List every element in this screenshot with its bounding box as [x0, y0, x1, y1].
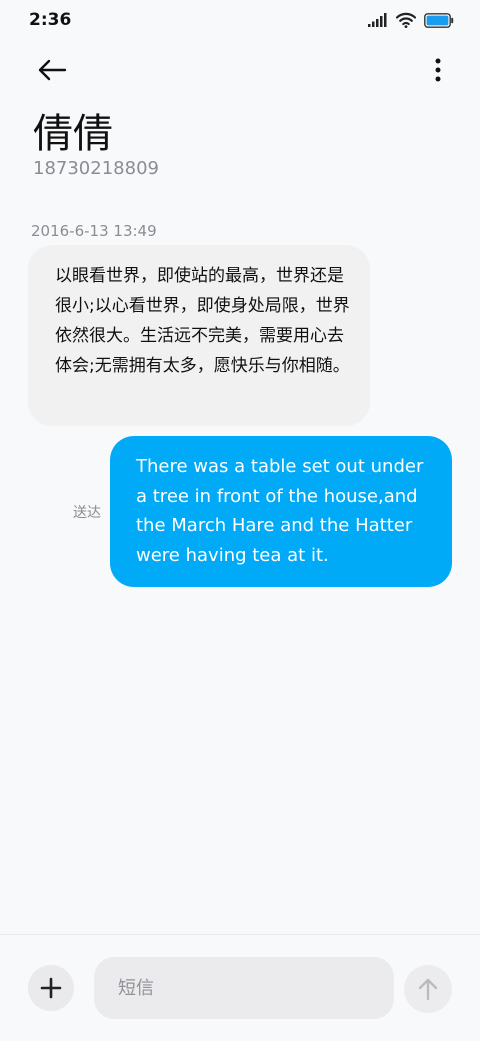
add-attachment-button[interactable]	[28, 965, 74, 1011]
contact-number: 18730218809	[33, 158, 159, 179]
incoming-message-bubble[interactable]: 以眼看世界，即使站的最高，世界还是很小;以心看世界，即使身处局限，世界依然很大。…	[28, 245, 370, 426]
back-button[interactable]	[30, 52, 74, 88]
plus-icon	[40, 977, 62, 999]
status-icons	[368, 10, 454, 30]
send-button[interactable]	[404, 965, 452, 1013]
contact-name: 倩倩	[33, 111, 113, 157]
signal-icon	[368, 13, 387, 27]
app-bar	[0, 42, 480, 98]
status-bar: 2:36	[0, 0, 480, 42]
status-time: 2:36	[29, 10, 72, 30]
more-vertical-icon	[435, 58, 441, 82]
outgoing-message-bubble[interactable]: There was a table set out under a tree i…	[110, 436, 452, 587]
message-timestamp: 2016-6-13 13:49	[31, 222, 157, 240]
delivery-status: 送达	[73, 505, 101, 521]
wifi-icon	[396, 12, 416, 28]
battery-icon	[424, 12, 454, 28]
arrow-left-icon	[38, 59, 67, 81]
more-options-button[interactable]	[426, 52, 450, 88]
arrow-up-icon	[418, 978, 438, 1001]
message-input[interactable]	[94, 957, 394, 1019]
message-composer	[0, 934, 480, 1041]
